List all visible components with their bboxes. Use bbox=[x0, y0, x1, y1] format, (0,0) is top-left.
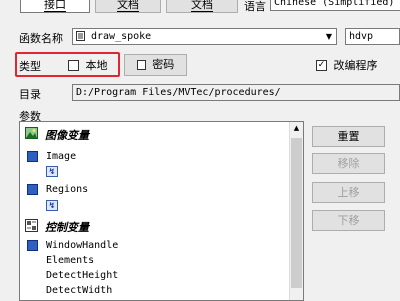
add-item-icon[interactable]: ↯ bbox=[46, 200, 58, 211]
control-variable-group-icon bbox=[25, 219, 38, 232]
move-up-button-label: 上移 bbox=[337, 186, 360, 199]
local-checkbox-box[interactable] bbox=[68, 59, 79, 71]
directory-path-value: D:/Program Files/MVTec/procedures/ bbox=[76, 87, 281, 98]
param-item[interactable]: WindowHandle bbox=[46, 240, 118, 251]
reset-button[interactable]: 重置 bbox=[312, 126, 385, 147]
param-item[interactable]: Elements bbox=[46, 255, 94, 266]
image-variable-group-icon bbox=[25, 127, 38, 139]
move-down-button-label: 下移 bbox=[337, 214, 360, 227]
reset-button-label: 重置 bbox=[337, 130, 360, 143]
modify-checkbox-box[interactable]: ✓ bbox=[316, 59, 327, 71]
chevron-down-icon[interactable]: ▼ bbox=[322, 29, 336, 44]
interface-tab-button[interactable]: 接口 bbox=[20, 0, 90, 13]
doc-button-2-label: 文档 bbox=[191, 0, 213, 12]
type-label: 类型 bbox=[19, 60, 41, 73]
iconic-group-title[interactable]: 图像变量 bbox=[45, 127, 89, 143]
local-checkbox-label: 本地 bbox=[85, 59, 108, 72]
move-up-button[interactable]: 上移 bbox=[312, 182, 385, 203]
password-doc-icon bbox=[136, 60, 146, 70]
procedure-doc-icon bbox=[76, 31, 85, 41]
parameters-scrollbar[interactable]: ▲ bbox=[289, 122, 303, 300]
directory-field: D:/Program Files/MVTec/procedures/ bbox=[72, 84, 400, 101]
param-item[interactable]: DetectWidth bbox=[46, 285, 112, 296]
language-select[interactable]: Chinese (Simplified) bbox=[270, 0, 400, 11]
password-button[interactable]: 密码 bbox=[124, 54, 187, 76]
iconic-param-icon bbox=[27, 184, 38, 195]
param-item[interactable]: Regions bbox=[46, 184, 88, 195]
scroll-up-arrow[interactable]: ▲ bbox=[290, 124, 303, 132]
parameters-list[interactable]: 图像变量 Image ↯ Regions ↯ 控制变量 WindowHandle… bbox=[19, 121, 304, 301]
modify-checkbox-label: 改编程序 bbox=[333, 59, 378, 72]
param-item[interactable]: Image bbox=[46, 151, 76, 162]
remove-button[interactable]: 移除 bbox=[312, 153, 385, 174]
interface-tab-label: 接口 bbox=[44, 0, 66, 12]
local-checkbox[interactable]: 本地 bbox=[68, 57, 108, 73]
language-label: 语言 bbox=[244, 0, 266, 13]
doc-button-1[interactable]: 文档 bbox=[95, 0, 161, 13]
control-param-icon bbox=[27, 240, 38, 251]
modify-checkbox[interactable]: ✓ 改编程序 bbox=[316, 57, 378, 73]
move-down-button[interactable]: 下移 bbox=[312, 210, 385, 231]
add-item-icon[interactable]: ↯ bbox=[46, 166, 58, 177]
doc-button-2[interactable]: 文档 bbox=[166, 0, 238, 13]
control-group-title[interactable]: 控制变量 bbox=[45, 219, 89, 235]
procedure-name-value: draw_spoke bbox=[91, 31, 152, 42]
procedure-name-dropdown[interactable]: draw_spoke ▼ bbox=[72, 28, 337, 45]
scrollbar-thumb[interactable] bbox=[291, 138, 302, 288]
procedure-name-label: 函数名称 bbox=[19, 32, 63, 45]
remove-button-label: 移除 bbox=[337, 157, 360, 170]
param-item[interactable]: DetectHeight bbox=[46, 270, 118, 281]
procedure-extension-value: hdvp bbox=[349, 31, 374, 42]
procedure-extension: hdvp bbox=[345, 28, 400, 45]
directory-label: 目录 bbox=[19, 88, 41, 101]
password-button-label: 密码 bbox=[152, 58, 175, 71]
iconic-param-icon bbox=[27, 151, 38, 162]
doc-button-1-label: 文档 bbox=[117, 0, 139, 12]
